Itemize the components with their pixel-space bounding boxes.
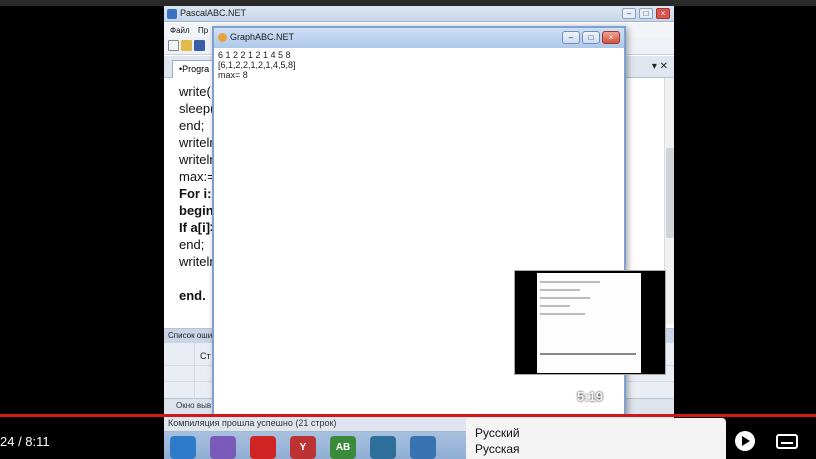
menu-file[interactable]: Файл xyxy=(170,26,190,35)
code-line: sleep( xyxy=(179,101,215,116)
preview-line xyxy=(540,353,636,355)
abc-icon[interactable]: AB xyxy=(330,436,356,459)
graphabc-title: GraphABC.NET xyxy=(230,32,295,42)
video-progress-bar[interactable] xyxy=(0,414,816,417)
folder-icon[interactable] xyxy=(410,436,436,459)
subtitles-icon[interactable] xyxy=(776,434,798,449)
menu-second[interactable]: Пр xyxy=(198,26,208,35)
code-line: end. xyxy=(179,288,206,303)
language-menu[interactable]: Русский Русская xyxy=(466,418,726,459)
graph-minimize-button[interactable]: – xyxy=(562,31,580,44)
graph-maximize-button[interactable]: □ xyxy=(582,31,600,44)
yandex-icon[interactable]: Y xyxy=(290,436,316,459)
save-icon[interactable] xyxy=(194,40,205,51)
preview-line xyxy=(540,281,600,283)
language-option[interactable]: Русский xyxy=(475,426,520,440)
error-column-header: Ст xyxy=(200,351,211,361)
code-line: write( xyxy=(179,84,211,99)
pascal-titlebar: PascalABC.NET – □ × xyxy=(164,6,674,22)
language-option[interactable]: Русская xyxy=(475,442,520,456)
drop-icon[interactable] xyxy=(210,436,236,459)
minimize-button[interactable]: – xyxy=(622,8,636,19)
graph-close-button[interactable]: × xyxy=(602,31,620,44)
preview-line xyxy=(540,313,585,315)
output-line: max= 8 xyxy=(218,70,248,80)
new-file-icon[interactable] xyxy=(168,40,179,51)
scroll-thumb[interactable] xyxy=(666,148,674,238)
code-line: writeln xyxy=(179,254,217,269)
code-line: writeln xyxy=(179,152,217,167)
video-player[interactable]: { "pascal": { "title": "PascalABC.NET", … xyxy=(0,0,816,459)
code-line: begin xyxy=(179,203,214,218)
pascal-app-icon xyxy=(167,9,177,19)
preview-line xyxy=(540,305,570,307)
preview-line xyxy=(540,289,580,291)
graphabc-app-icon xyxy=(218,33,227,42)
video-time: 24 / 8:11 xyxy=(0,434,50,449)
graphabc-titlebar: GraphABC.NET – □ × xyxy=(214,28,624,48)
tab-controls[interactable]: ▾ ✕ xyxy=(652,61,668,72)
preview-thumbnail xyxy=(514,270,666,375)
preview-time: 5:19 xyxy=(577,389,604,404)
pascal-title: PascalABC.NET xyxy=(180,8,247,18)
code-line: end; xyxy=(179,118,205,133)
output-line: 6 1 2 2 1 2 1 4 5 8 xyxy=(218,50,291,60)
output-line: [6,1,2,2,1,2,1,4,5,8] xyxy=(218,60,296,70)
windows-start-icon[interactable] xyxy=(170,436,196,459)
code-line: max:= xyxy=(179,169,215,184)
code-line: writeln xyxy=(179,135,217,150)
autoplay-toggle-icon[interactable] xyxy=(735,431,755,451)
open-folder-icon[interactable] xyxy=(181,40,192,51)
close-button[interactable]: × xyxy=(656,8,670,19)
maximize-button[interactable]: □ xyxy=(639,8,653,19)
tab-program[interactable]: •Progra xyxy=(172,60,217,78)
opera-icon[interactable] xyxy=(250,436,276,459)
code-line: end; xyxy=(179,237,205,252)
preview-line xyxy=(540,297,590,299)
clock-icon[interactable] xyxy=(370,436,396,459)
grid-vline xyxy=(194,343,195,399)
preview-image xyxy=(537,273,641,373)
